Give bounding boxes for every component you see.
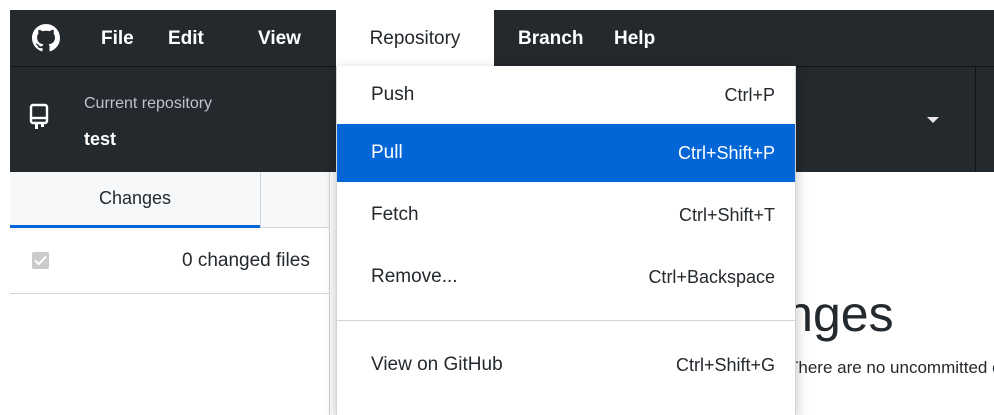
- tab-changes[interactable]: Changes: [10, 172, 260, 229]
- menu-item-push[interactable]: Push Ctrl+P: [337, 66, 795, 124]
- menu-repository[interactable]: Repository: [336, 10, 494, 66]
- menu-item-label: Pull: [371, 142, 403, 163]
- screenshot-root: File Edit View Repository Branch Help Cu…: [0, 0, 994, 415]
- menu-item-fetch[interactable]: Fetch Ctrl+Shift+T: [337, 186, 795, 244]
- menu-item-remove[interactable]: Remove... Ctrl+Backspace: [337, 248, 795, 306]
- menu-item-shortcut: Ctrl+Shift+G: [675, 355, 775, 375]
- current-repository-label: Current repository: [84, 95, 213, 112]
- no-changes-subtitle: There are no uncommitted changes: [788, 358, 994, 377]
- select-all-checkbox[interactable]: [32, 252, 49, 269]
- menu-help[interactable]: Help: [614, 10, 655, 66]
- github-mark-icon[interactable]: [32, 24, 60, 52]
- tab-separator: [260, 172, 261, 228]
- changes-list: [10, 294, 330, 415]
- changes-header: 0 changed files: [10, 228, 330, 294]
- menu-item-shortcut: Ctrl+Backspace: [648, 267, 775, 287]
- sidebar-tabs: Changes: [10, 172, 330, 229]
- menu-item-shortcut: Ctrl+P: [724, 85, 775, 105]
- menu-item-shortcut: Ctrl+Shift+P: [677, 143, 775, 163]
- menu-bar: File Edit View Repository Branch Help: [10, 10, 994, 66]
- menu-item-label: View on GitHub: [371, 354, 503, 375]
- menu-view[interactable]: View: [258, 10, 301, 66]
- repository-name: test: [84, 129, 117, 149]
- caret-down-icon: [927, 117, 939, 123]
- repository-menu-dropdown: Push Ctrl+P Pull Ctrl+Shift+P Fetch Ctrl…: [336, 66, 796, 415]
- menu-item-pull[interactable]: Pull Ctrl+Shift+P: [337, 124, 795, 182]
- menu-edit[interactable]: Edit: [168, 10, 204, 66]
- checkmark-icon: [34, 255, 47, 266]
- menu-item-shortcut: Ctrl+Shift+T: [678, 205, 775, 225]
- menu-file[interactable]: File: [101, 10, 134, 66]
- menu-branch[interactable]: Branch: [518, 10, 583, 66]
- github-desktop-window: File Edit View Repository Branch Help Cu…: [10, 10, 994, 415]
- tab-changes-label: Changes: [98, 188, 172, 208]
- menu-item-label: Remove...: [371, 266, 458, 287]
- menu-item-label: Fetch: [371, 204, 419, 225]
- toolbar-divider: [975, 67, 976, 173]
- changed-files-count: 0 changed files: [182, 250, 310, 271]
- repo-icon: [29, 103, 49, 129]
- window-edge: [0, 0, 10, 415]
- menu-separator: [337, 320, 795, 321]
- menu-item-view-on-github[interactable]: View on GitHub Ctrl+Shift+G: [337, 336, 795, 394]
- menu-item-label: Push: [371, 84, 415, 105]
